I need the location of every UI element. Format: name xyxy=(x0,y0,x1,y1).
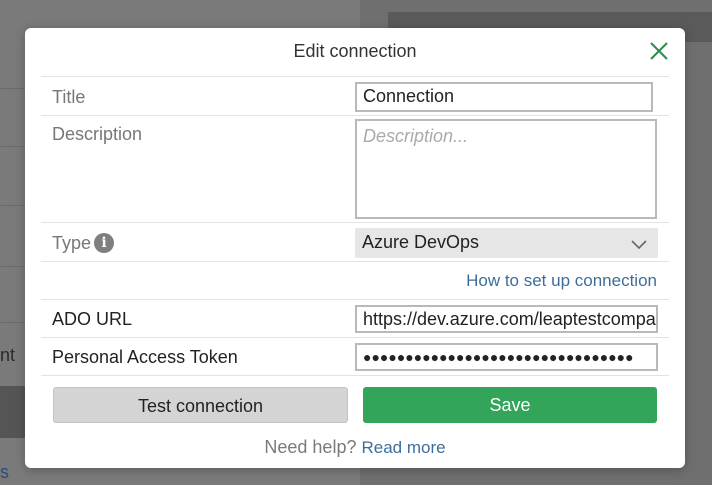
row-divider xyxy=(41,76,669,77)
background-text-fragment: nt xyxy=(0,345,16,365)
dialog-title: Edit connection xyxy=(293,41,417,61)
background-left-bar xyxy=(0,386,26,438)
background-text-fragment: s xyxy=(0,462,9,482)
token-input[interactable]: ●●●●●●●●●●●●●●●●●●●●●●●●●●●●●●●● xyxy=(355,343,658,371)
row-divider xyxy=(41,115,669,116)
description-label: Description xyxy=(52,124,143,144)
type-select-value: Azure DevOps xyxy=(362,232,480,252)
description-textarea[interactable] xyxy=(355,119,657,219)
help-text: Need help? xyxy=(264,437,357,457)
row-divider xyxy=(41,337,669,338)
read-more-link[interactable]: Read more xyxy=(361,438,445,457)
type-select[interactable]: Azure DevOps xyxy=(355,228,658,258)
row-divider xyxy=(41,375,669,376)
row-divider xyxy=(41,222,669,223)
type-label: Type xyxy=(52,233,92,253)
setup-connection-link[interactable]: How to set up connection xyxy=(466,271,657,291)
edit-connection-dialog: Edit connection Title Connection Descrip… xyxy=(25,28,685,468)
ado-url-label: ADO URL xyxy=(52,309,133,329)
info-icon[interactable]: i xyxy=(94,233,114,253)
close-icon[interactable] xyxy=(647,39,671,63)
token-label: Personal Access Token xyxy=(52,347,238,367)
save-button[interactable]: Save xyxy=(363,387,657,423)
row-divider xyxy=(41,261,669,262)
title-label: Title xyxy=(52,87,86,107)
ado-url-input[interactable]: https://dev.azure.com/leaptestcompany xyxy=(355,305,658,333)
test-connection-button[interactable]: Test connection xyxy=(53,387,348,423)
row-divider xyxy=(41,299,669,300)
title-input[interactable]: Connection xyxy=(355,82,653,112)
chevron-down-icon xyxy=(630,237,648,255)
help-line: Need help? Read more xyxy=(25,437,685,458)
